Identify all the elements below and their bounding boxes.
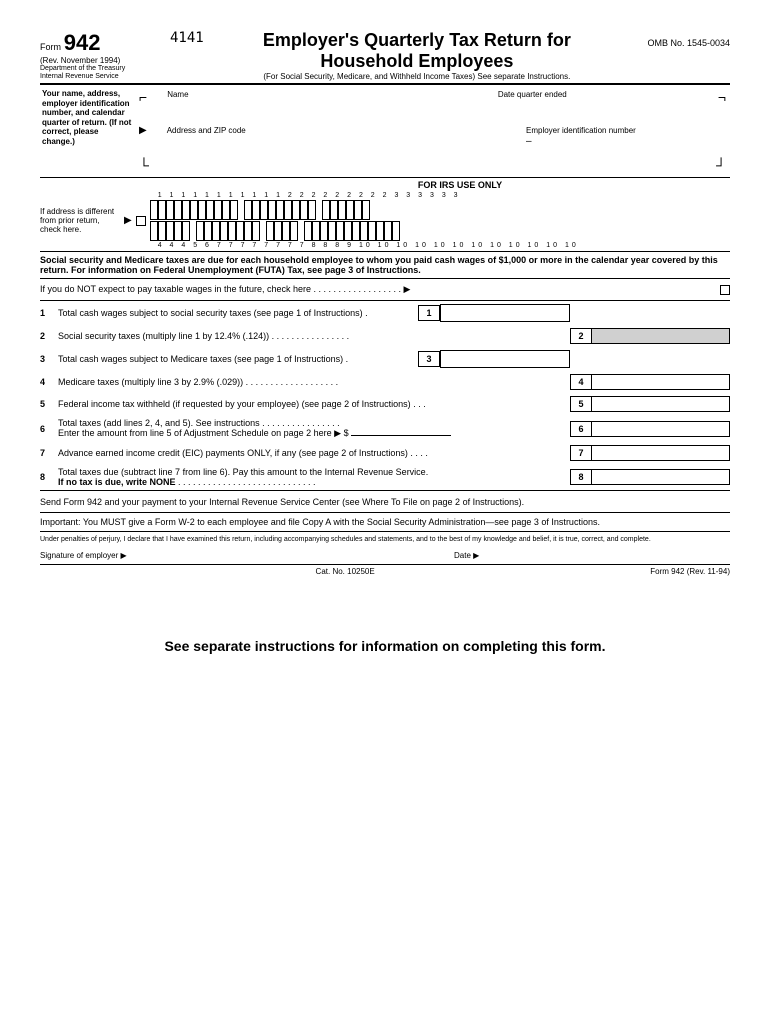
address-check-text: If address is different from prior retur… bbox=[40, 207, 120, 234]
address-checkbox[interactable] bbox=[136, 216, 146, 226]
signature-row: Signature of employer ▶ Date ▶ bbox=[40, 547, 730, 565]
corner-mark-icon: ┘ bbox=[716, 157, 726, 173]
line-3: 3 Total cash wages subject to Medicare t… bbox=[40, 347, 730, 371]
line-6-box: 6 bbox=[570, 421, 592, 437]
corner-mark-icon: ¬ bbox=[718, 89, 726, 105]
irs-bottom-numbers: 4 4 4 5 6 7 7 7 7 7 7 7 7 8 8 8 9 10 10 … bbox=[150, 242, 730, 249]
line-6-input[interactable] bbox=[592, 421, 730, 437]
send-note: Send Form 942 and your payment to your I… bbox=[40, 490, 730, 512]
perjury-declaration: Under penalties of perjury, I declare th… bbox=[40, 532, 730, 547]
line-8-text: Total taxes due (subtract line 7 from li… bbox=[58, 467, 428, 477]
form-header: Form 942 (Rev. November 1994) Department… bbox=[40, 30, 730, 85]
irs-title: FOR IRS USE ONLY bbox=[190, 180, 730, 190]
send-text: Send Form 942 and your payment to your I… bbox=[40, 497, 730, 507]
entry-boxes: 1 1 1 1 1 1 1 1 1 1 1 2 2 2 2 2 2 2 2 2 … bbox=[150, 192, 730, 249]
not-expect-row: If you do NOT expect to pay taxable wage… bbox=[40, 279, 730, 301]
arrow-icon: ▶ bbox=[124, 215, 132, 226]
line-1: 1 Total cash wages subject to social sec… bbox=[40, 301, 730, 325]
line-6-text: Total taxes (add lines 2, 4, and 5). See… bbox=[58, 418, 260, 428]
bold-note: Social security and Medicare taxes are d… bbox=[40, 251, 730, 279]
line-7-box: 7 bbox=[570, 445, 592, 461]
info-fields: ⌐ Name Date quarter ended ¬ ▶ Address an… bbox=[135, 85, 730, 177]
line-7-text: Advance earned income credit (EIC) payme… bbox=[58, 448, 408, 458]
line-6b-text: Enter the amount from line 5 of Adjustme… bbox=[58, 428, 349, 438]
line-4-text: Medicare taxes (multiply line 3 by 2.9% … bbox=[58, 377, 243, 387]
line-number: 2 bbox=[40, 331, 58, 341]
line-5-text: Federal income tax withheld (if requeste… bbox=[58, 399, 411, 409]
irs-section: FOR IRS USE ONLY If address is different… bbox=[40, 178, 730, 251]
form-subtitle: (For Social Security, Medicare, and With… bbox=[224, 72, 610, 81]
not-expect-checkbox[interactable] bbox=[720, 285, 730, 295]
not-expect-text: If you do NOT expect to pay taxable wage… bbox=[40, 284, 311, 294]
quarter-label: Date quarter ended bbox=[498, 90, 567, 99]
line-2-box: 2 bbox=[570, 328, 592, 344]
arrow-icon: ▶ bbox=[139, 125, 147, 147]
line-3-box: 3 bbox=[418, 351, 440, 367]
corner-mark-icon: └ bbox=[139, 157, 149, 173]
form-title: Employer's Quarterly Tax Return for Hous… bbox=[224, 30, 610, 72]
line-number: 1 bbox=[40, 308, 58, 318]
line-3-input[interactable] bbox=[440, 350, 570, 368]
line-7-input[interactable] bbox=[592, 445, 730, 461]
line-6: 6 Total taxes (add lines 2, 4, and 5). S… bbox=[40, 415, 730, 442]
line-5-input[interactable] bbox=[592, 396, 730, 412]
irs-top-numbers: 1 1 1 1 1 1 1 1 1 1 1 2 2 2 2 2 2 2 2 2 … bbox=[150, 192, 730, 199]
catalog-number: Cat. No. 10250E bbox=[316, 567, 375, 576]
name-label: Name bbox=[167, 90, 188, 99]
line-5-box: 5 bbox=[570, 396, 592, 412]
line-number: 5 bbox=[40, 399, 58, 409]
form-word: Form bbox=[40, 42, 61, 52]
header-center: Employer's Quarterly Tax Return for Hous… bbox=[224, 30, 610, 81]
info-section: Your name, address, employer identificat… bbox=[40, 85, 730, 178]
ein-label: Employer identification number bbox=[526, 126, 636, 135]
ein-separator: – bbox=[526, 136, 532, 147]
line-4-input[interactable] bbox=[592, 374, 730, 390]
header-code: 4141 bbox=[150, 30, 224, 46]
line-4-box: 4 bbox=[570, 374, 592, 390]
line-8-input[interactable] bbox=[592, 469, 730, 485]
footer-form: Form 942 (Rev. 11-94) bbox=[650, 567, 730, 576]
entry-row-2[interactable] bbox=[150, 221, 730, 241]
entry-row-1[interactable] bbox=[150, 200, 730, 220]
line-8-box: 8 bbox=[570, 469, 592, 485]
line-number: 6 bbox=[40, 424, 58, 434]
line-1-box: 1 bbox=[418, 305, 440, 321]
line-3-text: Total cash wages subject to Medicare tax… bbox=[58, 354, 418, 364]
line-8b-text: If no tax is due, write NONE bbox=[58, 477, 176, 487]
address-label: Address and ZIP code bbox=[167, 126, 246, 135]
revision-date: (Rev. November 1994) bbox=[40, 56, 150, 65]
line-number: 3 bbox=[40, 354, 58, 364]
signature-label: Signature of employer ▶ bbox=[40, 551, 454, 560]
footer-row: Cat. No. 10250E Form 942 (Rev. 11-94) bbox=[40, 565, 730, 578]
line-8: 8 Total taxes due (subtract line 7 from … bbox=[40, 464, 730, 490]
line-number: 7 bbox=[40, 448, 58, 458]
corner-mark-icon: ⌐ bbox=[139, 89, 147, 105]
omb-number: OMB No. 1545-0034 bbox=[610, 30, 730, 48]
department-line-2: Internal Revenue Service bbox=[40, 73, 150, 81]
line-number: 4 bbox=[40, 377, 58, 387]
line-2-input[interactable] bbox=[592, 328, 730, 344]
date-label: Date ▶ bbox=[454, 551, 479, 560]
info-instructions: Your name, address, employer identificat… bbox=[40, 85, 135, 177]
line-2: 2 Social security taxes (multiply line 1… bbox=[40, 325, 730, 347]
line-5: 5 Federal income tax withheld (if reques… bbox=[40, 393, 730, 415]
line-1-input[interactable] bbox=[440, 304, 570, 322]
important-note: Important: You MUST give a Form W-2 to e… bbox=[40, 512, 730, 532]
line-4: 4 Medicare taxes (multiply line 3 by 2.9… bbox=[40, 371, 730, 393]
header-left: Form 942 (Rev. November 1994) Department… bbox=[40, 30, 150, 80]
department-line-1: Department of the Treasury bbox=[40, 65, 150, 73]
line-1-text: Total cash wages subject to social secur… bbox=[58, 308, 418, 318]
line-2-text: Social security taxes (multiply line 1 b… bbox=[58, 331, 269, 341]
line-7: 7 Advance earned income credit (EIC) pay… bbox=[40, 442, 730, 464]
bottom-note: See separate instructions for informatio… bbox=[40, 638, 730, 654]
form-number: 942 bbox=[64, 30, 101, 55]
line-number: 8 bbox=[40, 472, 58, 482]
line-6b-input[interactable] bbox=[351, 435, 451, 436]
